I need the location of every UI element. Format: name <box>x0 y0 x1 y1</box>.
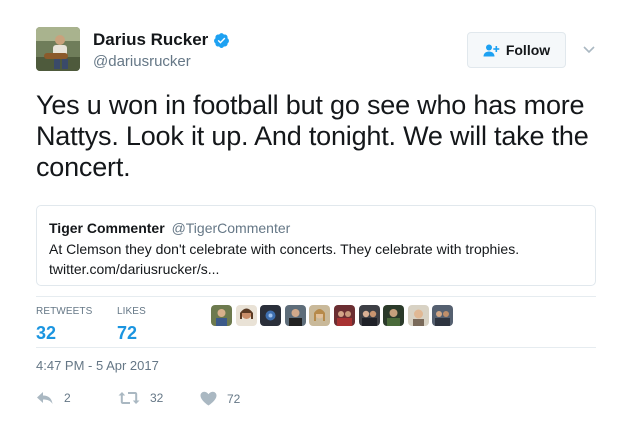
liker-avatar[interactable] <box>260 305 282 326</box>
liker-avatar[interactable] <box>309 305 331 326</box>
liker-avatar[interactable] <box>407 305 429 326</box>
like-action[interactable]: 72 <box>200 391 240 406</box>
liker-avatar[interactable] <box>432 305 454 326</box>
author-avatar[interactable] <box>36 27 80 71</box>
likes-label: LIKES <box>117 306 146 317</box>
author-handle[interactable]: @dariusrucker <box>93 53 191 70</box>
author-display-name[interactable]: Darius Rucker <box>93 30 208 50</box>
stats-top-divider <box>36 296 596 297</box>
likes-stat[interactable]: LIKES 72 <box>117 306 146 344</box>
retweet-count: 32 <box>150 391 164 405</box>
quoted-handle: @TigerCommenter <box>171 220 291 236</box>
author-name-line: Darius Rucker <box>93 30 230 50</box>
likes-count: 72 <box>117 323 138 343</box>
follow-button-label: Follow <box>505 42 551 58</box>
quoted-tweet-text: At Clemson they don't celebrate with con… <box>49 241 520 257</box>
like-count: 72 <box>227 391 241 406</box>
retweets-count: 32 <box>36 323 57 343</box>
quoted-display-name: Tiger Commenter <box>49 220 165 236</box>
retweets-label: RETWEETS <box>36 306 93 317</box>
tweet-timestamp[interactable]: 4:47 PM - 5 Apr 2017 <box>36 358 159 373</box>
stats-bottom-divider <box>36 347 596 348</box>
quoted-tweet-card[interactable]: Tiger Commenter @TigerCommenter At Clems… <box>36 205 596 286</box>
liker-avatar[interactable] <box>235 305 257 326</box>
retweets-stat[interactable]: RETWEETS 32 <box>36 306 92 344</box>
follow-button[interactable]: Follow <box>467 32 566 68</box>
retweet-action[interactable]: 32 <box>118 391 163 405</box>
quoted-tweet-link: twitter.com/dariusrucker/s... <box>49 261 220 277</box>
reply-count: 2 <box>64 391 71 405</box>
follow-person-icon <box>483 44 500 56</box>
quoted-tweet-header: Tiger Commenter @TigerCommenter <box>49 219 583 237</box>
liker-avatar[interactable] <box>284 305 306 326</box>
liker-avatar[interactable] <box>358 305 380 326</box>
liker-avatar[interactable] <box>211 305 232 326</box>
tweet-text: Yes u won in football but go see who has… <box>36 90 589 182</box>
likers-avatar-row <box>211 305 457 326</box>
chevron-down-icon[interactable] <box>580 40 598 58</box>
liker-avatar[interactable] <box>383 305 405 326</box>
heart-icon <box>200 391 217 406</box>
reply-icon <box>37 392 53 404</box>
verified-badge-icon <box>214 32 230 48</box>
reply-action[interactable]: 2 <box>36 391 71 405</box>
retweet-icon <box>118 392 140 404</box>
liker-avatar[interactable] <box>333 305 355 326</box>
